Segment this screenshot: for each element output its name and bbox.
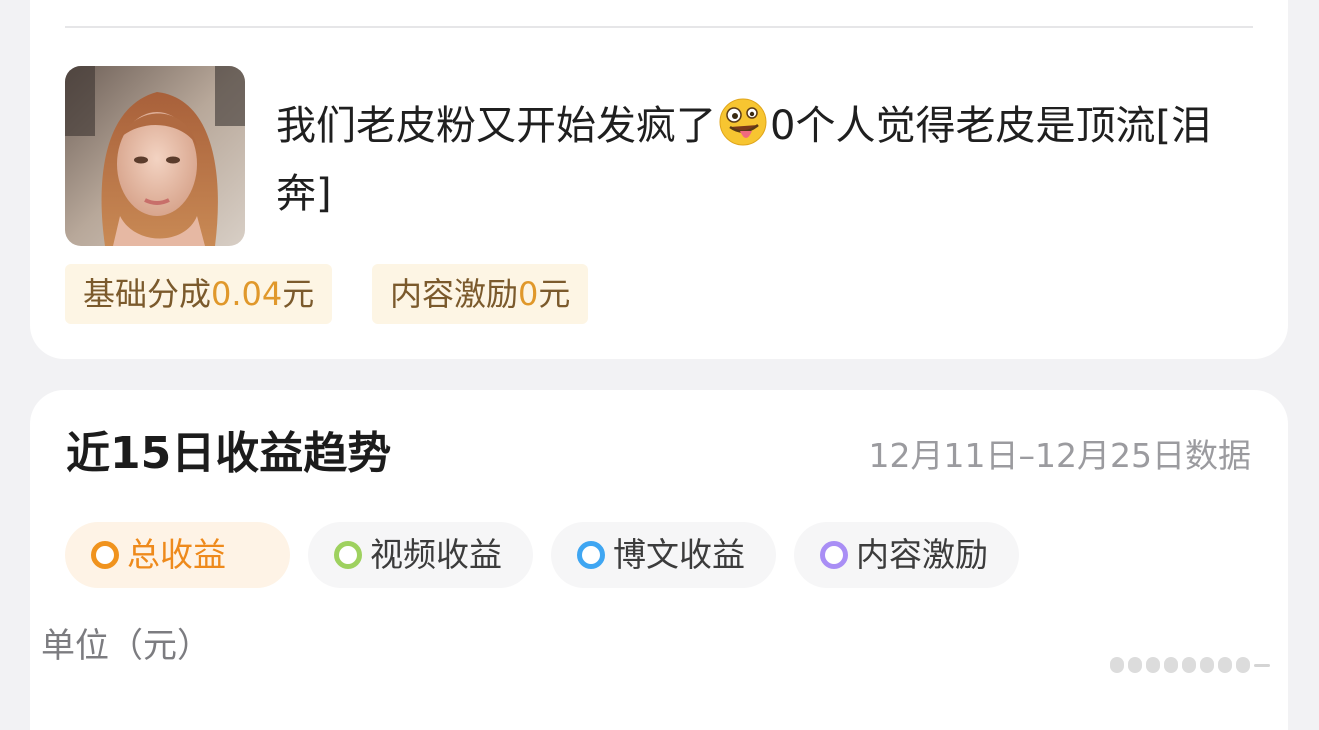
- tab-label: 博文收益: [613, 535, 745, 574]
- radio-dot-icon: [91, 541, 119, 569]
- section-title: 近15日收益趋势: [66, 428, 392, 479]
- post-text-part1: 我们老皮粉又开始发疯了: [276, 103, 716, 149]
- earnings-trend-card: 近15日收益趋势 12月11日–12月25日数据 总收益 视频收益 博文收益 内…: [30, 390, 1288, 730]
- radio-dot-icon: [820, 541, 848, 569]
- tab-label: 内容激励: [856, 535, 988, 574]
- content-incentive-value: 0: [518, 275, 539, 313]
- watermark: [1110, 657, 1270, 673]
- post-earnings-card: 我们老皮粉又开始发疯了 0个人觉得老皮是顶流[泪奔] 基础分成0.04元 内容激…: [30, 0, 1288, 359]
- zany-face-emoji-icon: [718, 97, 768, 164]
- radio-dot-icon: [577, 541, 605, 569]
- portrait-image: [65, 66, 245, 246]
- tab-total-earnings[interactable]: 总收益: [65, 522, 290, 588]
- base-share-chip: 基础分成0.04元: [65, 264, 333, 324]
- divider: [65, 26, 1253, 28]
- tab-post-earnings[interactable]: 博文收益: [551, 522, 776, 588]
- content-incentive-unit: 元: [538, 275, 571, 313]
- base-share-value: 0.04: [211, 275, 283, 313]
- post-thumbnail[interactable]: [65, 66, 245, 246]
- date-range: 12月11日–12月25日数据: [868, 436, 1251, 475]
- content-incentive-chip: 内容激励0元: [372, 264, 589, 324]
- post-text[interactable]: 我们老皮粉又开始发疯了 0个人觉得老皮是顶流[泪奔]: [276, 96, 1236, 224]
- tab-label: 视频收益: [370, 535, 502, 574]
- base-share-unit: 元: [282, 275, 315, 313]
- unit-label: 单位（元）: [41, 626, 211, 666]
- tab-video-earnings[interactable]: 视频收益: [308, 522, 533, 588]
- tab-label: 总收益: [127, 535, 226, 574]
- radio-dot-icon: [334, 541, 362, 569]
- base-share-label: 基础分成: [83, 275, 212, 313]
- content-incentive-label: 内容激励: [390, 275, 519, 313]
- tab-content-incentive[interactable]: 内容激励: [794, 522, 1019, 588]
